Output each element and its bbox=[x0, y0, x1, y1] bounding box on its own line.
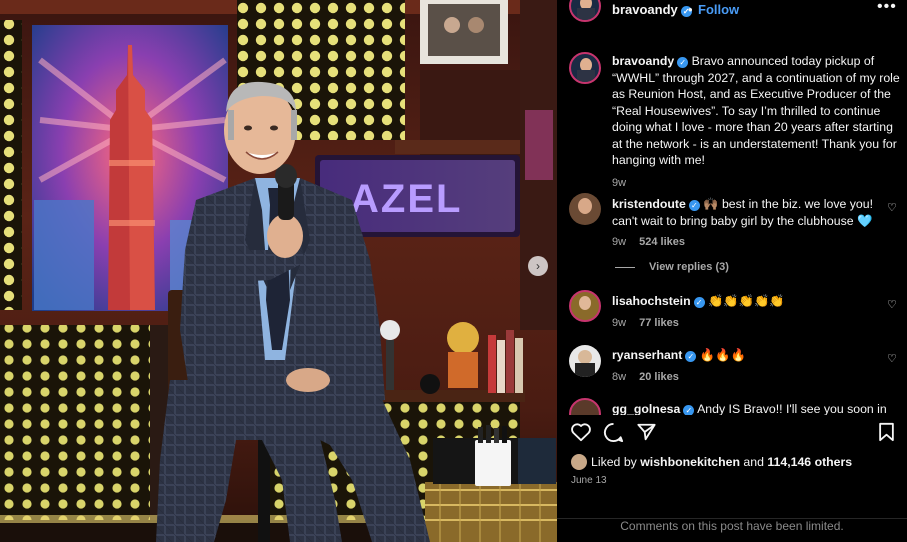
comment-age: 8w bbox=[612, 370, 627, 383]
liked-by-others[interactable]: 114,146 others bbox=[767, 455, 852, 469]
avatar[interactable] bbox=[569, 290, 601, 322]
more-options-icon[interactable]: ••• bbox=[877, 0, 897, 16]
avatar[interactable] bbox=[569, 193, 601, 225]
liked-by-avatar[interactable] bbox=[571, 454, 587, 470]
post-header: bravoandy ✓ • Follow ••• bbox=[557, 0, 907, 25]
replies-divider bbox=[615, 266, 635, 268]
heart-icon[interactable]: ♡ bbox=[887, 298, 897, 311]
heart-icon[interactable]: ♡ bbox=[887, 201, 897, 214]
comment-username[interactable]: gg_golnesa bbox=[612, 402, 680, 416]
comment-username[interactable]: kristendoute bbox=[612, 197, 686, 211]
view-replies-button[interactable]: View replies (3) bbox=[615, 261, 729, 273]
avatar[interactable] bbox=[569, 0, 601, 22]
caption-age: 9w bbox=[612, 176, 627, 189]
follow-button[interactable]: Follow bbox=[698, 2, 739, 17]
comment-likes[interactable]: 20 likes bbox=[639, 371, 679, 383]
comment-age: 9w bbox=[612, 316, 627, 329]
post-author-username[interactable]: bravoandy ✓ bbox=[612, 2, 692, 17]
comment-likes[interactable]: 524 likes bbox=[639, 236, 685, 248]
photo-scene: AZEL bbox=[0, 0, 557, 542]
caption-username[interactable]: bravoandy bbox=[612, 54, 674, 68]
verified-badge-icon: ✓ bbox=[677, 57, 689, 68]
comment-text: 👏👏👏👏👏 bbox=[708, 294, 785, 308]
post-caption: bravoandy ✓ Bravo announced today pickup … bbox=[612, 53, 902, 191]
verified-badge-icon: ✓ bbox=[685, 351, 697, 362]
post-actions: Liked by wishbonekitchen and 114,146 oth… bbox=[557, 415, 907, 542]
post-photo[interactable]: AZEL › bbox=[0, 0, 557, 542]
liked-by-summary: Liked by wishbonekitchen and 114,146 oth… bbox=[571, 454, 852, 470]
caption-avatar[interactable] bbox=[569, 52, 601, 84]
comment-item: ryanserhant ✓ 🔥🔥🔥 8w 20 likes bbox=[612, 347, 882, 385]
verified-badge-icon: ✓ bbox=[693, 297, 705, 308]
username-text[interactable]: bravoandy bbox=[612, 2, 678, 17]
like-heart-icon[interactable] bbox=[570, 422, 592, 442]
liked-by-prefix: Liked by bbox=[591, 455, 637, 469]
post-panel: bravoandy ✓ • Follow ••• bravoandy ✓ Bravo… bbox=[557, 0, 907, 542]
caption-text: Bravo announced today pickup of “WWHL” t… bbox=[612, 54, 900, 167]
neon-sign-text: AZEL bbox=[350, 177, 462, 221]
post-date: June 13 bbox=[571, 475, 607, 486]
comment-username[interactable]: ryanserhant bbox=[612, 348, 682, 362]
bookmark-icon[interactable] bbox=[878, 422, 895, 442]
view-replies-label[interactable]: View replies (3) bbox=[649, 261, 729, 273]
comment-username[interactable]: lisahochstein bbox=[612, 294, 691, 308]
comments-limited-notice: Comments on this post have been limited. bbox=[557, 518, 907, 533]
comment-likes[interactable]: 77 likes bbox=[639, 317, 679, 329]
chevron-right-icon[interactable]: › bbox=[528, 256, 548, 276]
heart-icon[interactable]: ♡ bbox=[887, 352, 897, 365]
comment-text: Andy IS Bravo!! I'll see you soon in bbox=[697, 402, 887, 416]
comment-text: 🔥🔥🔥 bbox=[699, 348, 746, 362]
liked-by-and: and bbox=[743, 455, 764, 469]
comment-item: kristendoute ✓ 🙌🏽 best in the biz. we lov… bbox=[612, 196, 882, 251]
share-send-icon[interactable] bbox=[636, 422, 657, 442]
avatar[interactable] bbox=[569, 345, 601, 377]
comment-item: lisahochstein ✓ 👏👏👏👏👏 9w 77 likes bbox=[612, 293, 882, 331]
comment-bubble-icon[interactable] bbox=[603, 422, 624, 443]
verified-badge-icon: ✓ bbox=[688, 200, 700, 211]
liked-by-username[interactable]: wishbonekitchen bbox=[640, 455, 740, 469]
separator-dot: • bbox=[688, 2, 693, 17]
comment-age: 9w bbox=[612, 236, 627, 248]
